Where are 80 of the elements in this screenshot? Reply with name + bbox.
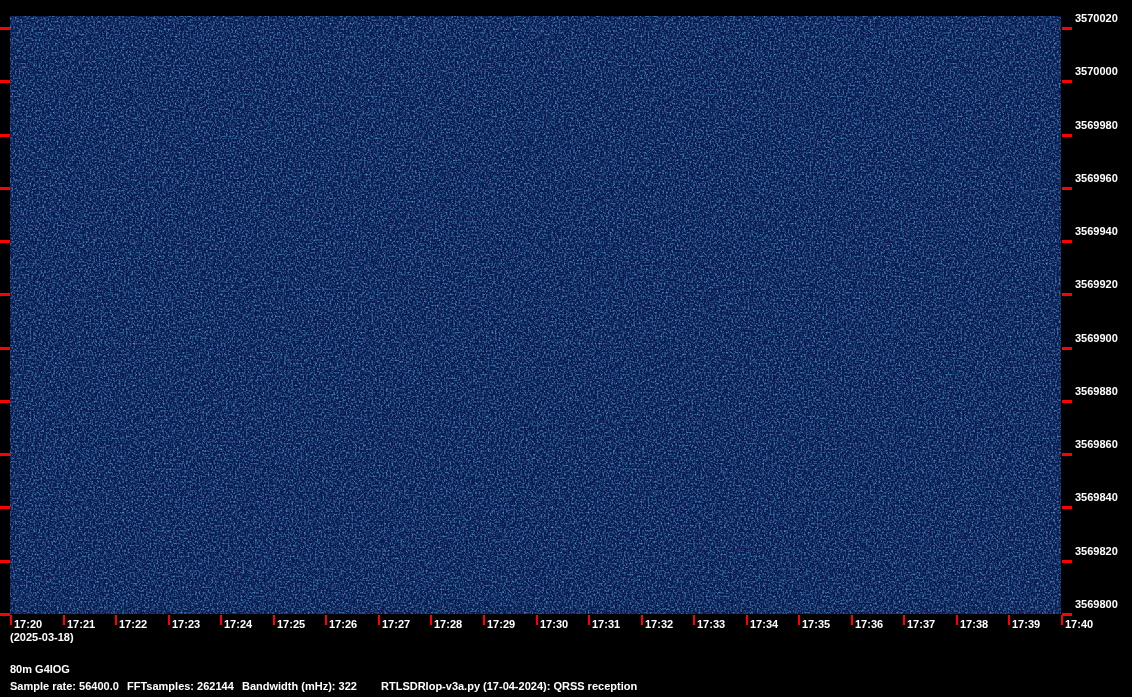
tick-mark <box>1008 615 1010 625</box>
time-label: 17:31 <box>592 618 621 631</box>
tick-mark <box>1062 186 1072 190</box>
tick-mark <box>0 133 10 137</box>
time-label: 17:23 <box>172 618 201 631</box>
tick-mark <box>0 186 10 190</box>
time-label: 17:25 <box>277 618 306 631</box>
tick-mark <box>693 615 695 625</box>
info-text: FFTsamples: 262144 <box>127 679 235 693</box>
tick-mark <box>378 615 380 625</box>
frequency-label: 3570000 <box>1075 65 1118 78</box>
tick-mark <box>0 453 10 457</box>
tick-mark <box>273 615 275 625</box>
frequency-label: 3569840 <box>1075 491 1118 504</box>
frequency-label: 3569980 <box>1075 118 1118 131</box>
time-label: 17:34 <box>750 618 779 631</box>
time-label: 17:30 <box>540 618 569 631</box>
time-label: 17:37 <box>907 618 936 631</box>
frequency-label: 3569800 <box>1075 598 1118 610</box>
frequency-label: 3569940 <box>1075 225 1118 238</box>
time-label: 17:29 <box>487 618 516 631</box>
time-label: 17:27 <box>382 618 411 631</box>
tick-mark <box>325 615 327 625</box>
frequency-label: 3569900 <box>1075 331 1118 344</box>
tick-mark <box>1062 133 1072 137</box>
tick-mark <box>1062 453 1072 457</box>
tick-mark <box>0 293 10 297</box>
info-text: RTLSDRlop-v3a.py (17-04-2024): QRSS reception <box>381 679 638 693</box>
time-label: 17:33 <box>697 618 726 631</box>
tick-mark <box>1062 399 1072 403</box>
time-label: 17:39 <box>1012 618 1041 631</box>
tick-mark <box>1062 559 1072 563</box>
frequency-label: 3569960 <box>1075 171 1118 184</box>
tick-mark <box>1062 80 1072 84</box>
tick-mark <box>0 506 10 510</box>
tick-mark <box>1062 293 1072 297</box>
tick-mark <box>798 615 800 625</box>
station-label: 80m G4IOG <box>10 662 71 676</box>
tick-mark <box>483 615 485 625</box>
tick-mark <box>588 615 590 625</box>
time-label: 17:36 <box>855 618 884 631</box>
tick-mark <box>0 346 10 350</box>
tick-mark <box>1062 346 1072 350</box>
tick-mark <box>220 615 222 625</box>
time-label: 17:21 <box>67 618 96 631</box>
info-text: Bandwidth (mHz): 322 <box>242 679 358 693</box>
time-label: 17:24 <box>224 618 253 631</box>
frequency-label: 3569820 <box>1075 544 1118 557</box>
time-label: 17:32 <box>645 618 674 631</box>
tick-mark <box>430 615 432 625</box>
info-text: Sample rate: 56400.0 <box>10 679 120 693</box>
tick-mark <box>903 615 905 625</box>
time-label: 17:38 <box>960 618 989 631</box>
time-label: 17:35 <box>802 618 831 631</box>
tick-mark <box>956 615 958 625</box>
tick-mark <box>641 615 643 625</box>
frequency-label: 3569880 <box>1075 384 1118 397</box>
tick-mark <box>851 615 853 625</box>
frequency-label: 3569920 <box>1075 278 1118 291</box>
time-label: 17:26 <box>329 618 358 631</box>
time-label: 17:22 <box>119 618 148 631</box>
date-label: (2025-03-18) <box>10 630 75 644</box>
tick-mark <box>0 240 10 244</box>
tick-mark <box>0 27 10 30</box>
frequency-label: 3570020 <box>1075 12 1118 24</box>
time-label: 17:40 <box>1065 618 1094 631</box>
tick-mark <box>0 559 10 563</box>
tick-mark <box>168 615 170 625</box>
tick-mark <box>0 399 10 403</box>
tick-mark <box>1062 27 1072 30</box>
frequency-label: 3569860 <box>1075 438 1118 451</box>
tick-mark <box>746 615 748 625</box>
time-label: 17:28 <box>434 618 463 631</box>
time-label: 17:20 <box>14 618 43 631</box>
tick-mark <box>536 615 538 625</box>
tick-mark <box>1062 506 1072 510</box>
tick-mark <box>115 615 117 625</box>
tick-mark <box>1062 240 1072 244</box>
tick-mark <box>0 80 10 84</box>
tick-mark <box>63 615 65 625</box>
